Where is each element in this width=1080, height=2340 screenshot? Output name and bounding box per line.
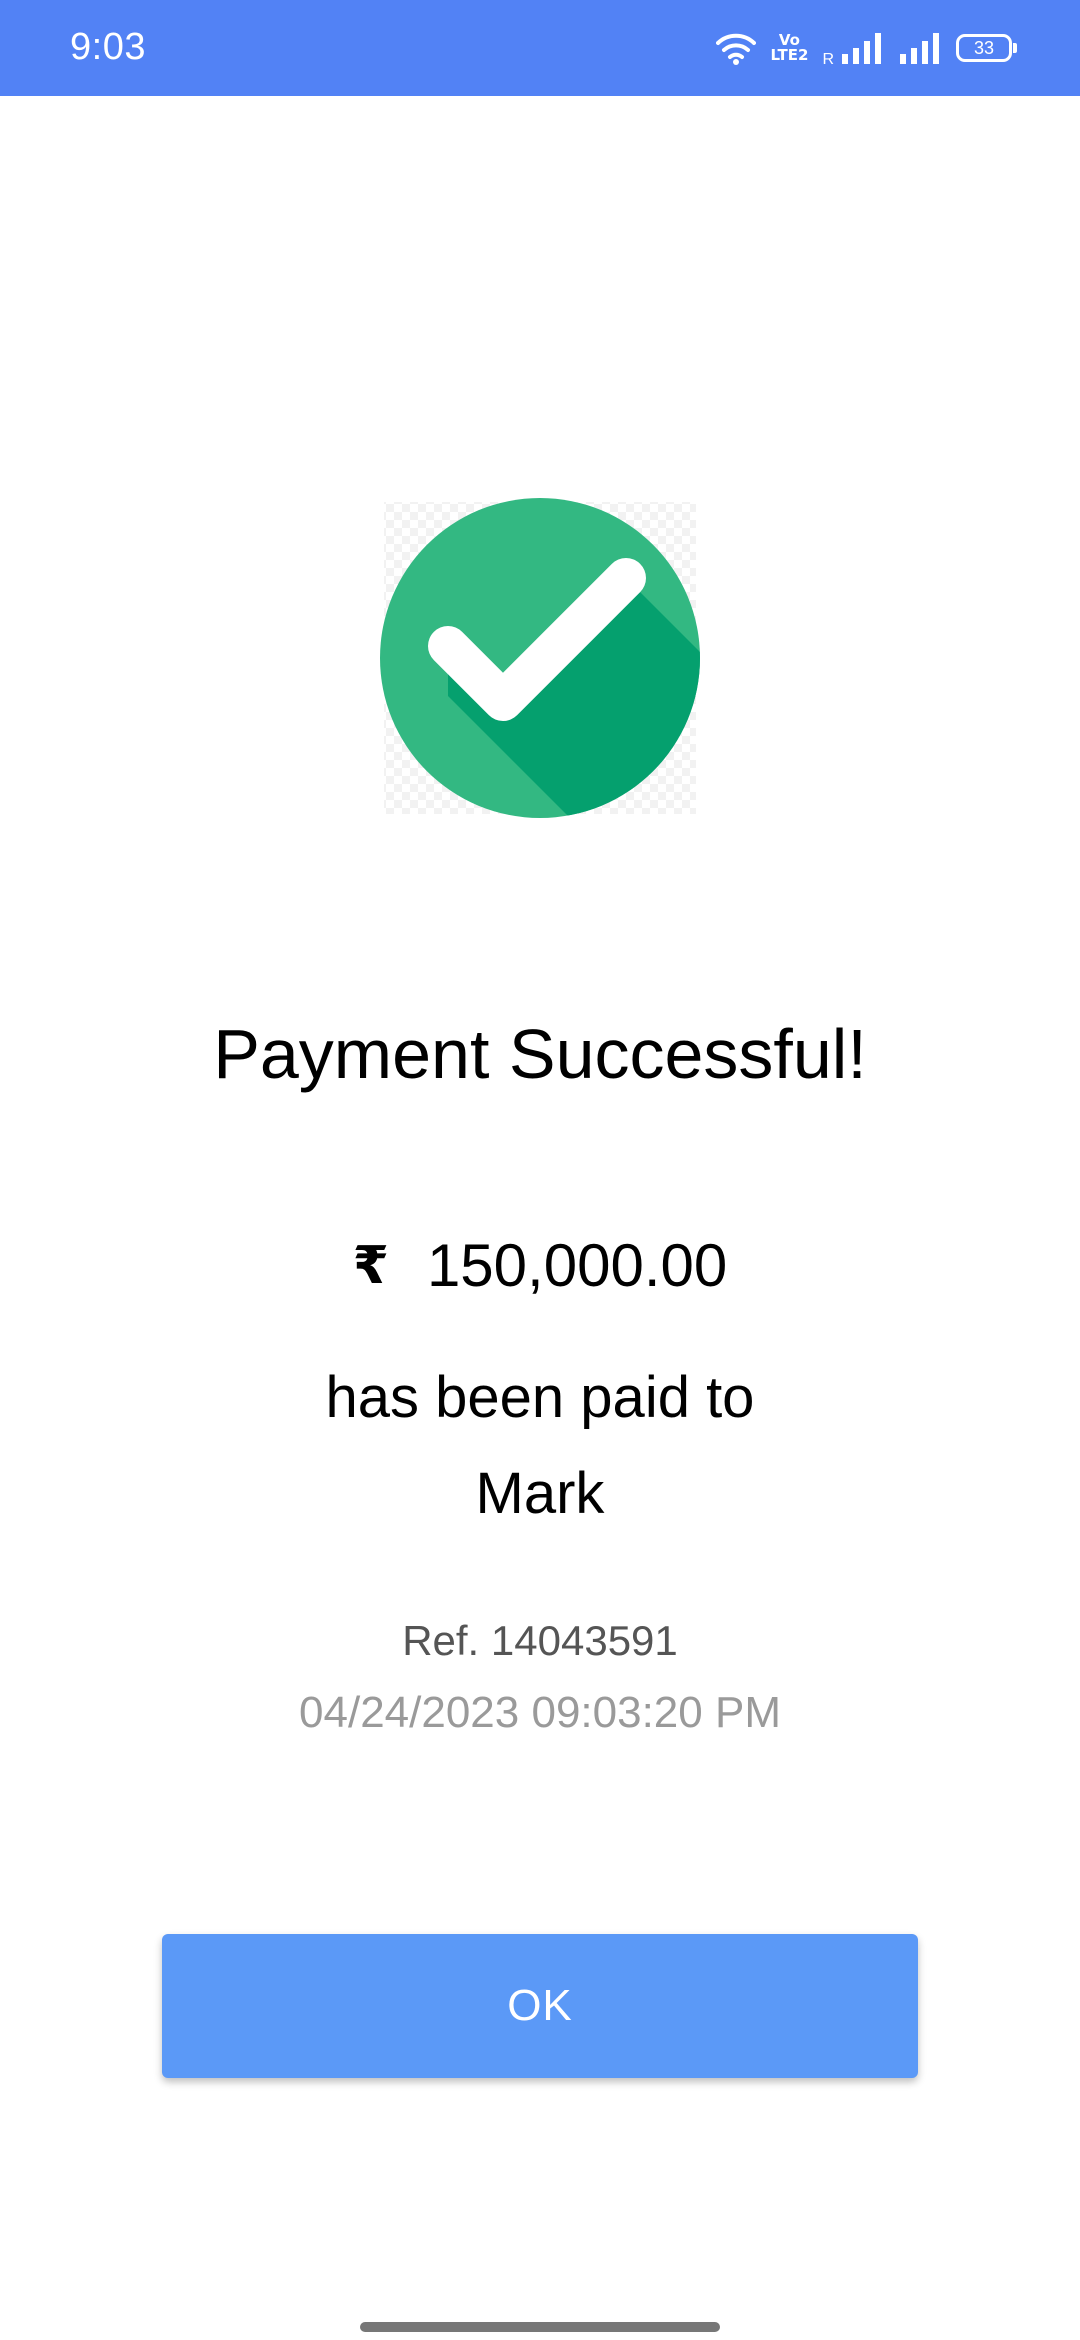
home-indicator[interactable] <box>360 2322 720 2332</box>
ok-button[interactable]: OK <box>162 1934 918 2078</box>
status-time: 9:03 <box>70 26 146 68</box>
volte-icon: Vo LTE2 <box>770 33 808 63</box>
payee-name: Mark <box>475 1461 605 1526</box>
battery-level: 33 <box>973 38 995 58</box>
battery-icon: 33 <box>956 34 1017 62</box>
payment-amount: 150,000.00 <box>426 1232 728 1299</box>
wifi-icon <box>716 33 757 65</box>
page-title: Payment Successful! <box>213 1015 867 1093</box>
check-circle-icon <box>380 498 700 818</box>
volte-bottom-label: LTE2 <box>770 46 809 64</box>
signal-icon <box>842 33 881 64</box>
signal-icon-secondary <box>900 33 939 64</box>
status-icons: Vo LTE2 R 33 <box>716 26 1017 70</box>
reference-number: Ref. 14043591 <box>402 1617 678 1664</box>
roaming-indicator: R <box>822 51 834 68</box>
status-bar: 9:03 Vo LTE2 R 33 <box>0 0 1080 96</box>
amount-row: ₹ 150,000.00 <box>0 1230 1080 1302</box>
paid-to-text: has been paid to <box>325 1365 755 1430</box>
payment-timestamp: 04/24/2023 09:03:20 PM <box>299 1688 781 1737</box>
rupee-icon: ₹ <box>352 1236 389 1296</box>
